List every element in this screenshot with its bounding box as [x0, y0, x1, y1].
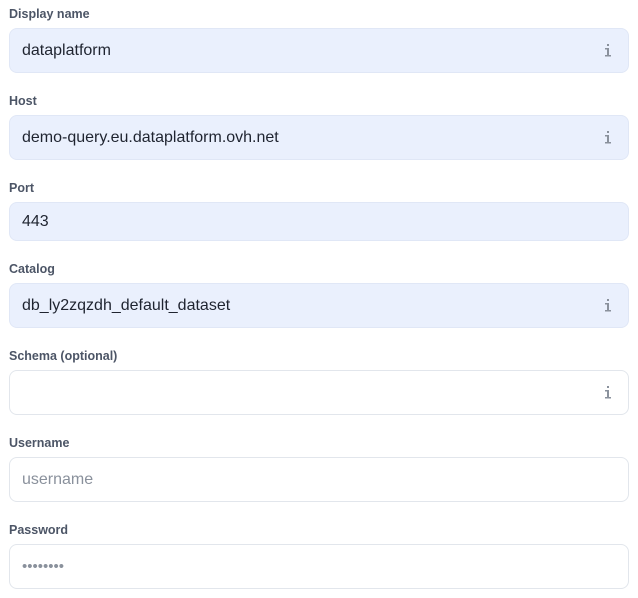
port-label: Port [9, 181, 34, 195]
info-icon[interactable] [604, 43, 612, 59]
username-label: Username [9, 436, 70, 450]
display-name-label: Display name [9, 7, 90, 21]
info-icon[interactable] [604, 298, 612, 314]
display-name-field[interactable]: dataplatform [9, 28, 629, 73]
username-placeholder[interactable]: username [22, 458, 93, 501]
port-field[interactable]: 443 [9, 202, 629, 241]
catalog-label: Catalog [9, 262, 55, 276]
password-masked-value[interactable]: •••••••• [22, 545, 64, 588]
info-icon[interactable] [604, 385, 612, 401]
schema-label: Schema (optional) [9, 349, 118, 363]
catalog-field[interactable]: db_ly2zqzdh_default_dataset [9, 283, 629, 328]
host-label: Host [9, 94, 37, 108]
host-field[interactable]: demo-query.eu.dataplatform.ovh.net [9, 115, 629, 160]
port-value[interactable]: 443 [22, 203, 49, 240]
info-icon[interactable] [604, 130, 612, 146]
connection-form: Display name dataplatform Host demo-quer… [0, 0, 638, 598]
password-field[interactable]: •••••••• [9, 544, 629, 589]
host-value[interactable]: demo-query.eu.dataplatform.ovh.net [22, 116, 279, 159]
password-label: Password [9, 523, 69, 537]
display-name-value[interactable]: dataplatform [22, 29, 111, 72]
schema-field[interactable] [9, 370, 629, 415]
username-field[interactable]: username [9, 457, 629, 502]
catalog-value[interactable]: db_ly2zqzdh_default_dataset [22, 284, 230, 327]
